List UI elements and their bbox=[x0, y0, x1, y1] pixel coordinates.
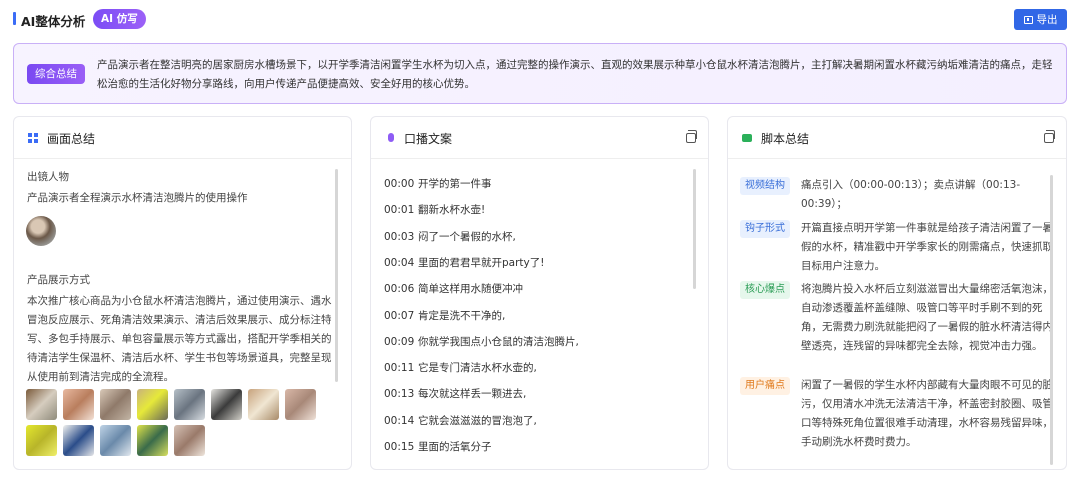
thumbnail[interactable] bbox=[211, 389, 242, 420]
script-line: 00:07 肯定是洗不干净的, bbox=[384, 308, 505, 323]
script-text: 肯定是洗不干净的, bbox=[418, 309, 506, 322]
export-button-label: 导出 bbox=[1036, 14, 1058, 26]
export-button[interactable]: 导出 bbox=[1014, 9, 1067, 30]
thumbnail[interactable] bbox=[137, 389, 168, 420]
timestamp: 00:04 bbox=[384, 256, 415, 269]
copy-icon[interactable] bbox=[1044, 130, 1055, 143]
card-title: 画面总结 bbox=[47, 132, 96, 146]
people-text: 产品演示者全程演示水杯清洁泡腾片的使用操作 bbox=[27, 192, 248, 204]
row-text: 开篇直接点明开学第一件事就是给孩子清洁闲置了一暑假的水杯，精准戳中开学季家长的刚… bbox=[801, 222, 1053, 272]
script-line: 00:03 闷了一个暑假的水杯, bbox=[384, 229, 516, 244]
timestamp: 00:09 bbox=[384, 335, 415, 348]
chat-icon bbox=[742, 134, 752, 142]
script-text: 翻新水杯水壶! bbox=[418, 204, 486, 217]
card-header: 画面总结 bbox=[14, 117, 351, 159]
script-line: 00:14 它就会滋滋滋的冒泡泡了, bbox=[384, 413, 537, 428]
row-tag: 视频结构 bbox=[740, 177, 790, 195]
script-text: 里面的活氧分子 bbox=[418, 441, 492, 453]
row-text: 闲置了一暑假的学生水杯内部藏有大量肉眼不可见的脏污，仅用清水冲洗无法清洁干净，杯… bbox=[801, 379, 1053, 448]
script-text: 你就学我围点小仓鼠的清洁泡腾片, bbox=[418, 335, 579, 348]
script-text: 里面的君君早就开party了! bbox=[418, 256, 545, 269]
card-title: 口播文案 bbox=[404, 132, 453, 146]
ai-rewrite-button[interactable]: AI 仿写 bbox=[93, 9, 146, 29]
mic-icon bbox=[388, 133, 394, 142]
thumbnail[interactable] bbox=[100, 389, 131, 420]
row-tag: 钩子形式 bbox=[740, 220, 790, 238]
timestamp: 00:14 bbox=[384, 414, 415, 427]
script-text: 它就会滋滋滋的冒泡泡了, bbox=[418, 414, 537, 427]
row-tag: 用户痛点 bbox=[740, 377, 790, 395]
display-label: 产品展示方式 bbox=[27, 274, 90, 286]
header-bar: AI整体分析 AI 仿写 导出 bbox=[0, 0, 1080, 40]
page-title: AI整体分析 bbox=[21, 14, 86, 29]
timestamp: 00:15 bbox=[384, 441, 415, 453]
thumbnail[interactable] bbox=[26, 389, 57, 420]
scrollbar[interactable] bbox=[335, 169, 338, 382]
card-header: 口播文案 bbox=[371, 117, 708, 159]
script-line: 00:06 简单这样用水随便冲冲 bbox=[384, 281, 523, 296]
row-tag: 核心爆点 bbox=[740, 281, 790, 299]
thumbnail[interactable] bbox=[63, 389, 94, 420]
thumbnail[interactable] bbox=[285, 389, 316, 420]
voiceover-script-card: 口播文案 00:00 开学的第一件事 00:01 翻新水杯水壶! 00:03 闷了一个暑假… bbox=[370, 116, 709, 470]
script-summary-card: 脚本总结 视频结构 痛点引入（00:00-00:13）；卖点讲解（00:13-0… bbox=[727, 116, 1067, 470]
script-text: 它是专门清洁水杯水壶的, bbox=[418, 362, 537, 375]
display-text: 本次推广核心商品为小仓鼠水杯清洁泡腾片，通过使用演示、遇水冒泡反应展示、死角清洁… bbox=[27, 295, 332, 383]
timestamp: 00:13 bbox=[384, 388, 415, 401]
script-line: 00:13 每次就这样丢一颗进去, bbox=[384, 386, 526, 401]
card-title: 脚本总结 bbox=[761, 132, 810, 146]
timestamp: 00:01 bbox=[384, 204, 415, 217]
thumbnail[interactable] bbox=[137, 425, 168, 456]
thumbnail[interactable] bbox=[100, 425, 131, 456]
presenter-avatar bbox=[26, 216, 56, 246]
visual-summary-card: 画面总结 出镜人物 产品演示者全程演示水杯清洁泡腾片的使用操作 产品展示方式 本… bbox=[13, 116, 352, 470]
thumbnail[interactable] bbox=[26, 425, 57, 456]
script-line: 00:15 里面的活氧分子 bbox=[384, 439, 492, 454]
overall-summary-panel: 综合总结 产品演示者在整洁明亮的居家厨房水槽场景下，以开学季清洁闲置学生水杯为切… bbox=[13, 43, 1067, 104]
grid-icon bbox=[28, 133, 38, 143]
title-accent-bar bbox=[13, 12, 16, 25]
script-line: 00:01 翻新水杯水壶! bbox=[384, 202, 485, 217]
timestamp: 00:00 bbox=[384, 178, 415, 190]
timestamp: 00:11 bbox=[384, 362, 415, 375]
thumbnail[interactable] bbox=[174, 389, 205, 420]
timestamp: 00:06 bbox=[384, 283, 415, 296]
script-line: 00:00 开学的第一件事 bbox=[384, 176, 492, 191]
script-line: 00:09 你就学我围点小仓鼠的清洁泡腾片, bbox=[384, 334, 579, 349]
timestamp: 00:07 bbox=[384, 309, 415, 322]
copy-icon[interactable] bbox=[686, 130, 697, 143]
script-text: 开学的第一件事 bbox=[418, 178, 492, 190]
row-text: 痛点引入（00:00-00:13）；卖点讲解（00:13-00:39）； bbox=[801, 179, 1021, 210]
scrollbar[interactable] bbox=[1050, 175, 1053, 465]
scrollbar[interactable] bbox=[693, 169, 696, 289]
script-line: 00:04 里面的君君早就开party了! bbox=[384, 255, 544, 270]
script-text: 闷了一个暑假的水杯, bbox=[418, 230, 516, 243]
script-text: 每次就这样丢一颗进去, bbox=[418, 388, 527, 401]
thumbnail[interactable] bbox=[174, 425, 205, 456]
export-icon bbox=[1023, 15, 1033, 24]
card-header: 脚本总结 bbox=[728, 117, 1066, 159]
thumbnail[interactable] bbox=[63, 425, 94, 456]
summary-text: 产品演示者在整洁明亮的居家厨房水槽场景下，以开学季清洁闲置学生水杯为切入点，通过… bbox=[97, 59, 1053, 90]
row-text: 将泡腾片投入水杯后立刻滋滋冒出大量绵密活氧泡沫，自动渗透覆盖杯盖缝隙、吸管口等平… bbox=[801, 283, 1053, 352]
thumbnail[interactable] bbox=[248, 389, 279, 420]
script-text: 简单这样用水随便冲冲 bbox=[418, 283, 523, 296]
people-label: 出镜人物 bbox=[27, 171, 69, 183]
timestamp: 00:03 bbox=[384, 230, 415, 243]
summary-tag: 综合总结 bbox=[27, 64, 85, 84]
script-line: 00:11 它是专门清洁水杯水壶的, bbox=[384, 360, 537, 375]
